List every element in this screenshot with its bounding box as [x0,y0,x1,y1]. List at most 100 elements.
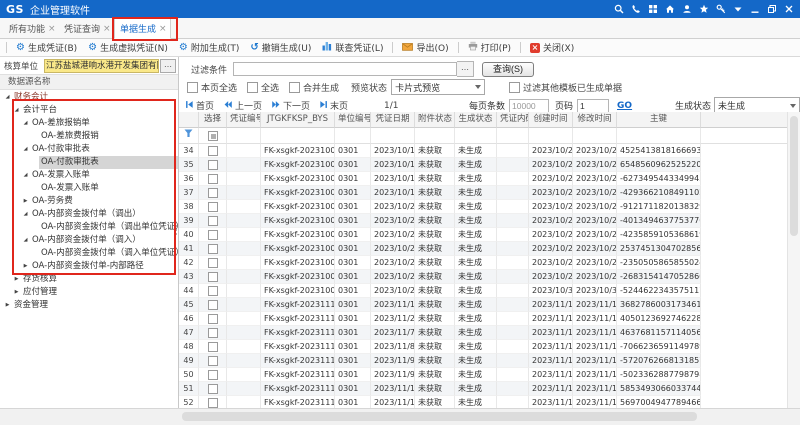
row-checkbox[interactable] [208,244,218,254]
tree-expanded-icon[interactable]: ◢ [3,91,12,104]
row-checkbox[interactable] [208,258,218,268]
tab-close-icon[interactable]: × [48,24,54,34]
tree-node[interactable]: ◢OA-付款审批表 [0,143,178,156]
select-all-checkbox[interactable] [247,82,258,93]
tree-collapsed-icon[interactable]: ▶ [21,195,30,208]
row-checkbox[interactable] [208,370,218,380]
tree-node[interactable]: ◢OA-内部资金拨付单（调入） [0,234,178,247]
tree-expanded-icon[interactable]: ◢ [21,117,30,130]
table-row[interactable]: 47FK-xsgkf-20231111903012023/11/7未获取未生成2… [179,326,788,340]
tree-expanded-icon[interactable]: ◢ [21,208,30,221]
header-generate-status-cell[interactable]: 生成状态 [455,112,497,128]
header-voucher-date-cell[interactable]: 凭证日期 [371,112,415,128]
table-row[interactable]: 42FK-xsgkf-20231007403012023/10/23未获取未生成… [179,256,788,270]
merge-generate-checkbox[interactable] [289,82,300,93]
row-checkbox[interactable] [208,146,218,156]
toolbar-button[interactable]: ⚙生成虚拟凭证(N) [84,41,172,54]
header-modified-time-cell[interactable]: 修改时间 [573,112,617,128]
header-jtgkfksp-bys-cell[interactable]: JTGKFKSP_BYS [261,112,335,128]
preview-mode-select[interactable]: 卡片式预览 [391,79,485,95]
table-row[interactable]: 35FK-xsgkf-20231005603012023/10/18未获取未生成… [179,158,788,172]
vertical-scrollbar-thumb[interactable] [790,116,798,236]
row-checkbox[interactable] [208,216,218,226]
header-attachment-status-cell[interactable]: 附件状态 [415,112,455,128]
tree-expanded-icon[interactable]: ◢ [21,169,30,182]
apps-icon[interactable] [648,4,658,14]
header-primary-key-cell[interactable]: 主键 [617,112,701,128]
toolbar-button[interactable]: ⚙附加生成(T) [175,41,244,54]
vertical-scrollbar[interactable] [787,112,800,410]
toolbar-button[interactable]: 联查凭证(L) [318,41,387,54]
phone-icon[interactable] [631,4,641,14]
next-page-button[interactable]: 下一页 [271,99,310,112]
row-checkbox[interactable] [208,314,218,324]
header-created-time-cell[interactable]: 创建时间 [529,112,573,128]
tree-collapsed-icon[interactable]: ▶ [21,260,30,273]
filter-generated-checkbox[interactable] [509,82,520,93]
row-checkbox[interactable] [208,342,218,352]
toolbar-button[interactable]: ×关闭(X) [526,41,578,54]
toolbar-button[interactable]: ↺撤销生成(U) [246,41,315,54]
tree-node[interactable]: ▶应付管理 [0,286,178,299]
row-checkbox[interactable] [208,272,218,282]
table-row[interactable]: 41FK-xsgkf-20231007303012023/10/23未获取未生成… [179,242,788,256]
tree-node[interactable]: ▶OA-内部资金拨付单-内部路径 [0,260,178,273]
filter-input[interactable] [233,62,457,76]
table-row[interactable]: 45FK-xsgkf-20231111003012023/11/1未获取未生成2… [179,298,788,312]
header-unit-code-cell[interactable]: 单位编号 [335,112,371,128]
minimize-icon[interactable] [750,4,760,14]
tab-close-icon[interactable]: × [159,24,165,34]
filter-picker-button[interactable]: … [457,61,474,77]
key-icon[interactable] [716,4,726,14]
tab-2[interactable]: 凭证查询× [59,19,114,38]
select-page-checkbox[interactable] [187,82,198,93]
row-checkbox[interactable] [208,286,218,296]
close-icon[interactable] [784,4,794,14]
tree-node[interactable]: ◢会计平台 [0,104,178,117]
tab-1[interactable]: 所有功能× [4,19,59,38]
header-voucher-no-cell[interactable]: 凭证编号 [227,112,261,128]
tree-node[interactable]: ▶资金管理 [0,299,178,312]
select-all-rows-checkbox[interactable] [208,131,218,141]
home-icon[interactable] [665,4,675,14]
search-icon[interactable] [614,4,624,14]
splitter-handle[interactable] [174,225,177,235]
table-row[interactable]: 48FK-xsgkf-20231114603012023/11/8未获取未生成2… [179,340,788,354]
table-row[interactable]: 37FK-xsgkf-20231006803012023/10/19未获取未生成… [179,186,788,200]
tree-node[interactable]: OA-发票入账单 [0,182,178,195]
row-checkbox[interactable] [208,384,218,394]
star-icon[interactable] [699,4,709,14]
table-row[interactable]: 39FK-xsgkf-20231007003012023/10/20未获取未生成… [179,214,788,228]
table-row[interactable]: 49FK-xsgkf-20231115303012023/11/9未获取未生成2… [179,354,788,368]
tree-node[interactable]: OA-差旅费报销 [0,130,178,143]
query-button[interactable]: 查询(S) [482,62,534,77]
page-number-input[interactable] [577,99,609,113]
tree-collapsed-icon[interactable]: ▶ [3,299,12,312]
table-row[interactable]: 38FK-xsgkf-20231006903012023/10/20未获取未生成… [179,200,788,214]
first-page-button[interactable]: 首页 [185,99,214,112]
row-checkbox[interactable] [208,160,218,170]
tree-node[interactable]: ▶OA-劳务费 [0,195,178,208]
funnel-icon[interactable] [184,128,193,143]
horizontal-scrollbar-thumb[interactable] [182,412,697,421]
tree-node[interactable]: OA-内部资金拨付单（调出单位凭证） [0,221,178,234]
horizontal-scrollbar[interactable] [0,408,800,425]
tree-node[interactable]: ◢OA-发票入账单 [0,169,178,182]
caret-down-icon[interactable] [733,4,743,14]
accounting-unit-input[interactable]: 江苏盐城港响水港开发集团有限公司 [44,59,159,73]
per-page-input[interactable] [509,99,549,113]
tab-close-icon[interactable]: × [103,24,109,34]
header-select-cell[interactable]: 选择 [199,112,227,128]
user-icon[interactable] [682,4,692,14]
tree-expanded-icon[interactable]: ◢ [21,143,30,156]
row-checkbox[interactable] [208,188,218,198]
toolbar-button[interactable]: 打印(P) [464,41,515,54]
accounting-unit-picker-button[interactable]: … [160,59,176,73]
table-row[interactable]: 50FK-xsgkf-20231115203012023/11/9未获取未生成2… [179,368,788,382]
go-button[interactable]: GO [617,101,632,111]
table-row[interactable]: 46FK-xsgkf-20231111503012023/11/2未获取未生成2… [179,312,788,326]
tree-node[interactable]: OA-内部资金拨付单（调入单位凭证） [0,247,178,260]
tree-expanded-icon[interactable]: ◢ [12,104,21,117]
tree-node[interactable]: ◢财务会计 [0,91,178,104]
row-checkbox[interactable] [208,300,218,310]
